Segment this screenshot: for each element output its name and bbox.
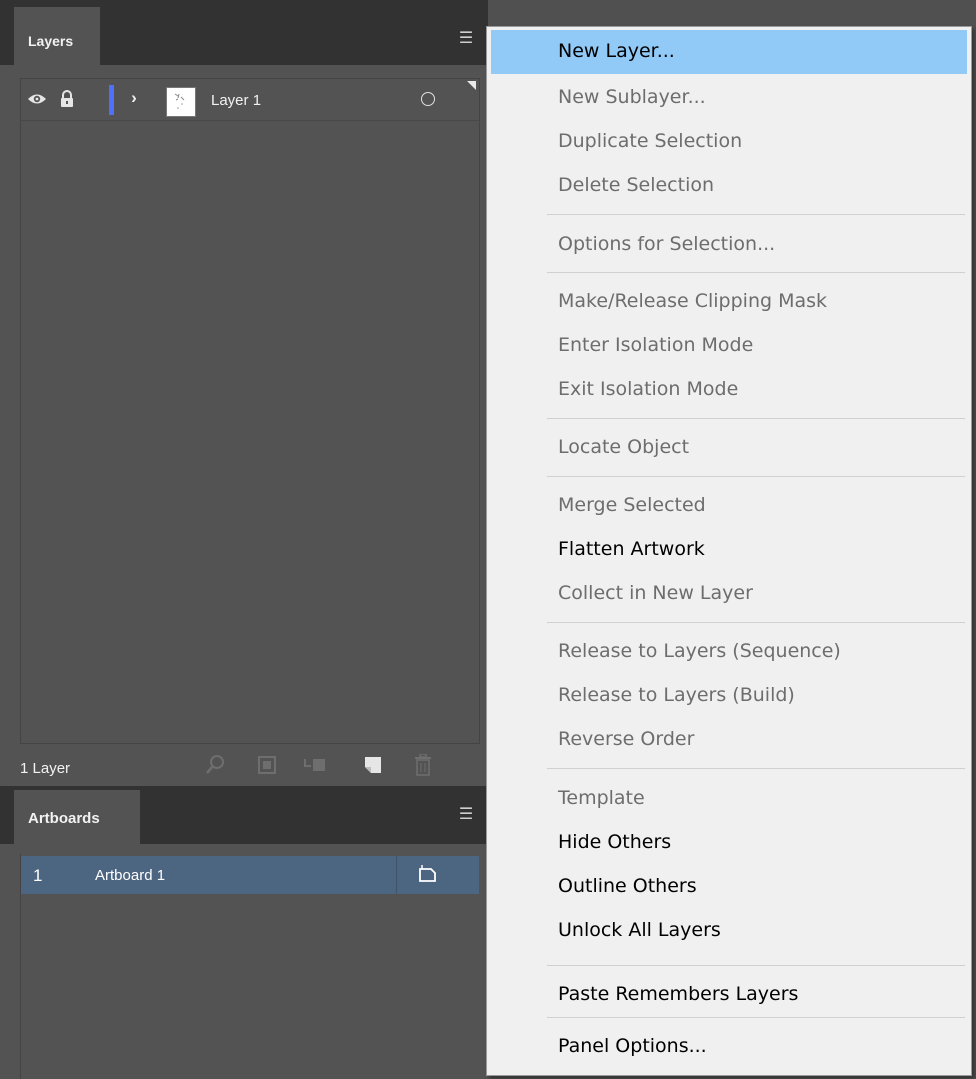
menu-item-hide-others[interactable]: Hide Others: [491, 821, 967, 865]
artboard-name: Artboard 1: [95, 867, 166, 884]
menu-item-new-layer[interactable]: New Layer...: [491, 30, 967, 74]
new-sublayer-icon[interactable]: [302, 752, 328, 778]
divider: [396, 856, 397, 894]
menu-separator: [547, 418, 965, 419]
menu-item-release-to-layers-sequence[interactable]: Release to Layers (Sequence): [491, 630, 967, 674]
menu-item-outline-others[interactable]: Outline Others: [491, 865, 967, 909]
artboard-options-icon[interactable]: [415, 862, 439, 886]
selection-corner-marker: [467, 81, 476, 90]
menu-item-unlock-all-layers[interactable]: Unlock All Layers: [491, 909, 967, 953]
artboard-number: 1: [33, 866, 43, 885]
panel-menu-icon[interactable]: ☰: [455, 806, 477, 824]
menu-item-locate-object[interactable]: Locate Object: [491, 426, 967, 470]
menu-separator: [547, 768, 965, 769]
menu-separator: [547, 965, 965, 966]
menu-item-options-for-selection[interactable]: Options for Selection...: [491, 223, 967, 267]
target-icon[interactable]: [421, 92, 435, 106]
layer-count: 1 Layer: [20, 760, 71, 777]
eye-icon[interactable]: [27, 91, 47, 107]
artboards-panel: Artboards ☰ 1 Artboard 1: [0, 786, 488, 1079]
new-layer-icon[interactable]: [360, 752, 386, 778]
menu-item-enter-isolation-mode[interactable]: Enter Isolation Mode: [491, 324, 967, 368]
panel-menu-icon[interactable]: ☰: [455, 30, 477, 48]
menu-item-make-release-clipping-mask[interactable]: Make/Release Clipping Mask: [491, 280, 967, 324]
layers-panel-header: Layers ☰: [0, 0, 488, 65]
tab-layers[interactable]: Layers: [14, 7, 100, 65]
menu-item-flatten-artwork[interactable]: Flatten Artwork: [491, 528, 967, 572]
menu-item-release-to-layers-build[interactable]: Release to Layers (Build): [491, 674, 967, 718]
menu-item-merge-selected[interactable]: Merge Selected: [491, 484, 967, 528]
artboard-row[interactable]: 1 Artboard 1: [21, 856, 479, 894]
menu-item-duplicate-selection[interactable]: Duplicate Selection: [491, 120, 967, 164]
layer-name: Layer 1: [211, 92, 262, 109]
layers-panel: Layers ☰ › Layer 1 1 Layer: [0, 0, 488, 786]
layer-row[interactable]: › Layer 1: [21, 79, 479, 121]
menu-separator: [547, 622, 965, 623]
clipping-mask-icon[interactable]: [254, 752, 280, 778]
trash-icon[interactable]: [410, 752, 436, 778]
menu-item-paste-remembers-layers[interactable]: Paste Remembers Layers: [491, 973, 967, 1017]
layers-list: › Layer 1: [20, 78, 480, 744]
layer-thumbnail: [166, 87, 196, 117]
layer-color-swatch: [109, 85, 114, 115]
search-icon[interactable]: [202, 752, 228, 778]
menu-item-exit-isolation-mode[interactable]: Exit Isolation Mode: [491, 368, 967, 412]
menu-item-collect-in-new-layer[interactable]: Collect in New Layer: [491, 572, 967, 616]
menu-separator: [547, 476, 965, 477]
menu-separator: [547, 272, 965, 273]
menu-item-reverse-order[interactable]: Reverse Order: [491, 718, 967, 762]
layers-footer: 1 Layer: [0, 746, 488, 786]
chevron-right-icon[interactable]: ›: [127, 87, 141, 109]
menu-item-panel-options[interactable]: Panel Options...: [491, 1025, 967, 1069]
menu-separator: [547, 1017, 965, 1018]
menu-item-template[interactable]: Template: [491, 777, 967, 821]
menu-separator: [547, 214, 965, 215]
artboards-list: 1 Artboard 1: [20, 854, 480, 1079]
lock-icon[interactable]: [59, 89, 75, 109]
menu-item-new-sublayer[interactable]: New Sublayer...: [491, 76, 967, 120]
menu-item-delete-selection[interactable]: Delete Selection: [491, 164, 967, 208]
tab-artboards[interactable]: Artboards: [14, 790, 140, 844]
layers-flyout-menu: New Layer... New Sublayer... Duplicate S…: [486, 26, 972, 1076]
artboards-panel-header: Artboards ☰: [0, 786, 488, 844]
